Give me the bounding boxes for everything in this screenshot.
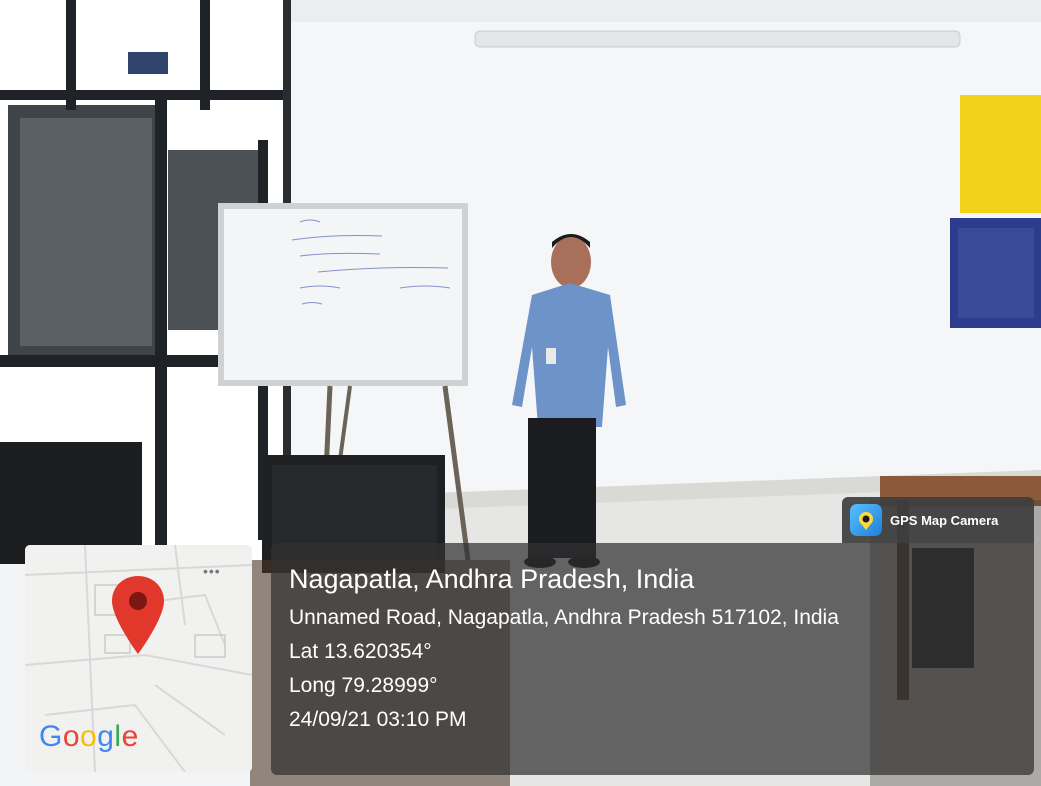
google-logo-text: Google: [39, 720, 139, 753]
map-thumbnail: ••• Google: [25, 545, 252, 772]
location-info-panel: Nagapatla, Andhra Pradesh, India Unnamed…: [271, 543, 1034, 775]
gps-map-camera-badge: GPS Map Camera: [842, 497, 1034, 543]
location-pin-icon: [112, 576, 164, 654]
map-pin-camera-icon: [850, 504, 882, 536]
datetime-line: 24/09/21 03:10 PM: [289, 708, 467, 731]
address-line: Unnamed Road, Nagapatla, Andhra Pradesh …: [289, 606, 839, 629]
latitude-line: Lat 13.620354°: [289, 640, 432, 663]
google-logo: Google: [39, 720, 139, 754]
app-name-label: GPS Map Camera: [890, 512, 999, 528]
longitude-line: Long 79.28999°: [289, 674, 438, 697]
place-name: Nagapatla, Andhra Pradesh, India: [289, 564, 695, 594]
more-dots-icon: •••: [203, 563, 221, 579]
